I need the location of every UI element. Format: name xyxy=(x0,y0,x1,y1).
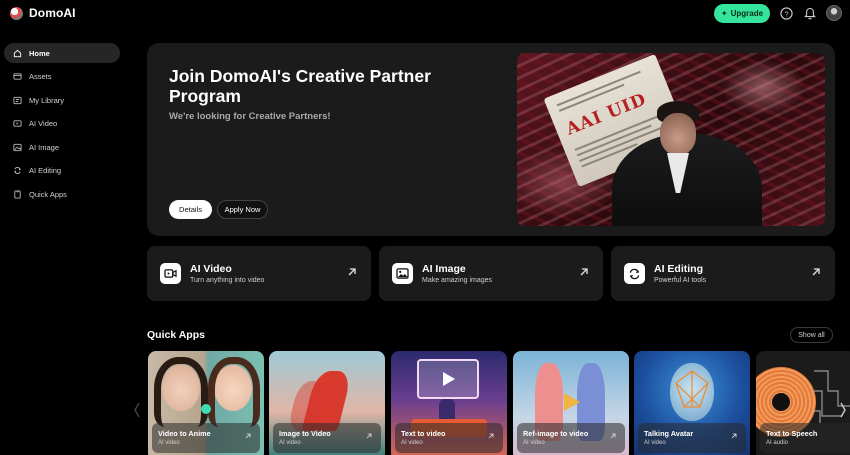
ai-image-card[interactable]: AI Image Make amazing images xyxy=(379,246,603,301)
brand-logo[interactable]: DomoAI xyxy=(10,6,76,20)
quick-app-label: Ref-image to video xyxy=(523,429,589,438)
quick-app-video-to-anime[interactable]: Video to Anime AI video xyxy=(148,351,264,455)
sidebar-item-label: Assets xyxy=(29,72,52,82)
quick-app-label: Talking Avatar xyxy=(644,429,694,438)
arrow-up-right-icon xyxy=(812,268,820,276)
carousel-prev-icon[interactable] xyxy=(132,398,142,422)
quick-app-label: Video to Anime xyxy=(158,429,211,438)
video-icon xyxy=(13,119,22,128)
hero-title: Join DomoAI's Creative Partner Program xyxy=(169,66,431,106)
sidebar-item-label: Home xyxy=(29,48,50,58)
quick-app-text-to-video[interactable]: Text to video AI video xyxy=(391,351,507,455)
svg-text:?: ? xyxy=(784,9,788,18)
upgrade-button[interactable]: ✦ Upgrade xyxy=(714,4,770,23)
quick-apps-heading: Quick Apps xyxy=(147,329,205,341)
assets-icon xyxy=(13,72,22,81)
home-icon xyxy=(13,49,22,58)
sidebar-item-label: AI Video xyxy=(29,119,58,129)
top-bar: DomoAI ✦ Upgrade ? xyxy=(0,0,850,28)
sidebar-item-my-library[interactable]: My Library xyxy=(4,90,120,110)
sidebar-item-assets[interactable]: Assets xyxy=(4,67,120,87)
quick-app-label: Text to Speech xyxy=(766,429,818,438)
help-icon[interactable]: ? xyxy=(779,6,793,20)
apply-now-button[interactable]: Apply Now xyxy=(217,200,268,219)
feature-subtitle: Make amazing images xyxy=(422,277,493,284)
sidebar-item-label: AI Editing xyxy=(29,166,62,176)
arrow-up-right-icon xyxy=(348,268,356,276)
editing-icon xyxy=(13,166,22,175)
quick-app-text-to-speech[interactable]: Text to Speech AI audio xyxy=(756,351,850,455)
arrow-up-right-icon xyxy=(245,433,251,439)
carousel-next-icon[interactable] xyxy=(838,398,848,422)
sidebar-item-label: My Library xyxy=(29,95,65,105)
feature-subtitle: Turn anything into video xyxy=(190,277,265,284)
quick-app-label: Image to Video xyxy=(279,429,331,438)
refresh-edit-icon xyxy=(624,263,645,284)
arrow-up-right-icon xyxy=(366,433,372,439)
bell-icon[interactable] xyxy=(803,6,817,20)
show-all-button[interactable]: Show all xyxy=(790,327,833,343)
image-icon xyxy=(13,143,22,152)
arrow-up-right-icon xyxy=(488,433,494,439)
ai-editing-card[interactable]: AI Editing Powerful AI tools xyxy=(611,246,835,301)
arrow-up-right-icon xyxy=(731,433,737,439)
arrow-up-right-icon xyxy=(610,433,616,439)
quick-app-ref-image-to-video[interactable]: Ref-image to video AI video xyxy=(513,351,629,455)
brand-name: DomoAI xyxy=(29,6,76,20)
quick-app-talking-avatar[interactable]: Talking Avatar AI video xyxy=(634,351,750,455)
apps-icon xyxy=(13,190,22,199)
sidebar-item-label: AI Image xyxy=(29,142,60,152)
feature-subtitle: Powerful AI tools xyxy=(654,277,707,284)
person-face xyxy=(660,113,696,155)
quick-app-image-to-video[interactable]: Image to Video AI video xyxy=(269,351,385,455)
hero-image: AAI UID xyxy=(517,53,825,226)
avatar[interactable] xyxy=(826,5,842,21)
picture-icon xyxy=(392,263,413,284)
quick-app-meta: AI video xyxy=(279,440,301,446)
sidebar-item-quick-apps[interactable]: Quick Apps xyxy=(4,185,120,205)
play-icon xyxy=(564,393,580,411)
logo-mark-icon xyxy=(10,6,23,20)
sidebar-item-ai-editing[interactable]: AI Editing xyxy=(4,161,120,181)
sidebar: Home Assets My Library AI Video AI Image… xyxy=(4,43,120,208)
video-camera-icon xyxy=(160,263,181,284)
quick-app-meta: AI video xyxy=(158,440,180,446)
quick-app-meta: AI video xyxy=(644,440,666,446)
sparkle-icon: ✦ xyxy=(720,9,728,18)
quick-app-meta: AI video xyxy=(523,440,545,446)
upgrade-label: Upgrade xyxy=(730,9,764,18)
creative-partner-banner: Join DomoAI's Creative Partner Program W… xyxy=(147,43,835,236)
sidebar-item-ai-image[interactable]: AI Image xyxy=(4,137,120,157)
quick-app-label: Text to video xyxy=(401,429,446,438)
feature-title: AI Video xyxy=(190,263,232,275)
quick-app-meta: AI audio xyxy=(766,440,789,446)
library-icon xyxy=(13,96,22,105)
sidebar-item-ai-video[interactable]: AI Video xyxy=(4,114,120,134)
ai-video-card[interactable]: AI Video Turn anything into video xyxy=(147,246,371,301)
sidebar-item-home[interactable]: Home xyxy=(4,43,120,63)
feature-title: AI Image xyxy=(422,263,466,275)
details-button[interactable]: Details xyxy=(169,200,212,219)
sidebar-item-label: Quick Apps xyxy=(29,190,67,200)
hero-subtitle: We're looking for Creative Partners! xyxy=(169,111,331,122)
feature-title: AI Editing xyxy=(654,263,703,275)
arrow-up-right-icon xyxy=(580,268,588,276)
quick-app-meta: AI video xyxy=(401,440,423,446)
